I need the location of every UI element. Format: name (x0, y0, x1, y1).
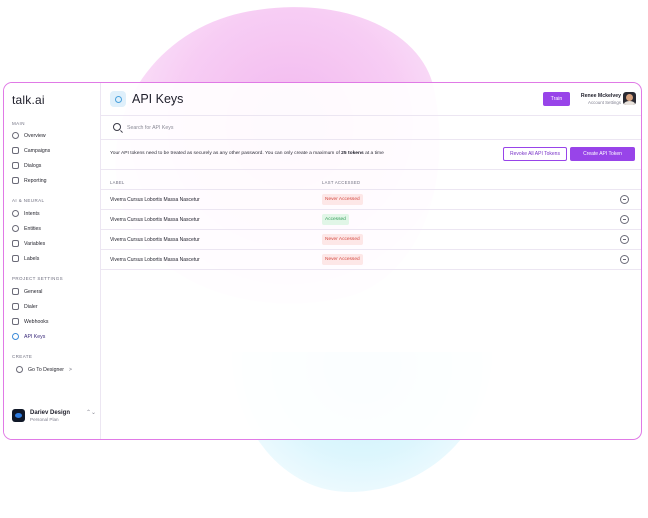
table-header: LABEL LAST ACCESSED (101, 170, 641, 190)
avatar[interactable] (623, 92, 636, 105)
table-row[interactable]: Viverra Cursus Lobortis Massa Nascetur N… (101, 230, 641, 250)
sidebar-item-general[interactable]: General (12, 286, 96, 297)
sidebar-item-campaigns[interactable]: Campaigns (12, 145, 96, 156)
token-info-text: Your API tokens need to be treated as se… (110, 151, 384, 156)
status-badge: Never Accessed (322, 194, 363, 205)
train-button[interactable]: Train (543, 92, 570, 106)
account-settings-link[interactable]: Account Settings (571, 100, 621, 105)
token-label: Viverra Cursus Lobortis Massa Nascetur (110, 257, 200, 263)
sidebar-item-label: API Keys (24, 333, 46, 340)
main-content: API Keys Train Renee Mckelvey Account Se… (101, 83, 641, 439)
sidebar-item-webhooks[interactable]: Webhooks (12, 316, 96, 327)
sidebar-item-label: Dialogs (24, 162, 42, 169)
variables-icon (12, 240, 19, 247)
page-header: API Keys Train Renee Mckelvey Account Se… (101, 83, 641, 116)
sidebar-item-overview[interactable]: Overview (12, 130, 96, 141)
sidebar-item-label: Labels (24, 255, 40, 262)
reporting-icon (12, 177, 19, 184)
overview-icon (12, 132, 19, 139)
general-icon (12, 288, 19, 295)
search-input[interactable] (127, 122, 527, 134)
status-badge: Never Accessed (322, 234, 363, 245)
info-bar: Your API tokens need to be treated as se… (101, 140, 641, 170)
sidebar-item-entities[interactable]: Entities (12, 223, 96, 234)
intents-icon (12, 210, 19, 217)
api-keys-title-icon (110, 91, 126, 107)
sidebar-item-variables[interactable]: Variables (12, 238, 96, 249)
section-title-create: CREATE (12, 354, 33, 359)
sidebar-item-label: Variables (24, 240, 46, 247)
sidebar-item-labels[interactable]: Labels (12, 253, 96, 264)
token-label: Viverra Cursus Lobortis Massa Nascetur (110, 197, 200, 203)
sidebar-item-intents[interactable]: Intents (12, 208, 96, 219)
table-row[interactable]: Viverra Cursus Lobortis Massa Nascetur N… (101, 250, 641, 270)
sidebar-item-go-to-designer[interactable]: Go To Designer > (16, 364, 100, 375)
sidebar-item-label: Intents (24, 210, 40, 217)
status-badge: Never Accessed (322, 254, 363, 265)
column-header-last-accessed: LAST ACCESSED (322, 180, 361, 185)
table-row[interactable]: Viverra Cursus Lobortis Massa Nascetur N… (101, 190, 641, 210)
sidebar-item-label: General (24, 288, 43, 295)
dialogs-icon (12, 162, 19, 169)
designer-icon (16, 366, 23, 373)
section-title-main: MAIN (12, 121, 25, 126)
webhooks-icon (12, 318, 19, 325)
sidebar-item-api-keys[interactable]: API Keys (12, 331, 96, 342)
workspace-switcher[interactable]: Dariev Design Personal Plan ⌃⌄ (12, 409, 98, 422)
status-badge: Accessed (322, 214, 349, 225)
sidebar-item-dialogs[interactable]: Dialogs (12, 160, 96, 171)
chevron-right-icon: > (68, 366, 72, 373)
sidebar-item-dialer[interactable]: Dialer (12, 301, 96, 312)
api-keys-icon (12, 333, 19, 340)
sidebar-item-label: Entities (24, 225, 42, 232)
page-title: API Keys (132, 92, 184, 106)
remove-icon[interactable] (620, 255, 629, 264)
workspace-info: Dariev Design Personal Plan (30, 410, 70, 422)
sidebar-item-label: Dialer (24, 303, 38, 310)
sidebar-item-label: Overview (24, 132, 46, 139)
search-icon (113, 123, 121, 131)
remove-icon[interactable] (620, 195, 629, 204)
labels-icon (12, 255, 19, 262)
sidebar-item-label: Webhooks (24, 318, 49, 325)
dialer-icon (12, 303, 19, 310)
token-limit: 25 tokens (341, 151, 364, 156)
user-name[interactable]: Renee Mckelvey (571, 93, 621, 99)
column-header-label: LABEL (110, 180, 125, 185)
sidebar-item-label: Go To Designer (28, 366, 64, 373)
sidebar-item-label: Reporting (24, 177, 47, 184)
logo[interactable]: talk.ai (12, 93, 45, 107)
token-label: Viverra Cursus Lobortis Massa Nascetur (110, 237, 200, 243)
search-bar (101, 116, 641, 140)
entities-icon (12, 225, 19, 232)
chevron-updown-icon[interactable]: ⌃⌄ (86, 410, 96, 416)
table-row[interactable]: Viverra Cursus Lobortis Massa Nascetur A… (101, 210, 641, 230)
workspace-plan: Personal Plan (30, 416, 59, 422)
sidebar: talk.ai MAIN Overview Campaigns Dialogs … (4, 83, 101, 439)
sidebar-item-reporting[interactable]: Reporting (12, 175, 96, 186)
app-window: talk.ai MAIN Overview Campaigns Dialogs … (3, 82, 642, 440)
section-title-project-settings: PROJECT SETTINGS (12, 276, 64, 281)
remove-icon[interactable] (620, 215, 629, 224)
remove-icon[interactable] (620, 235, 629, 244)
sidebar-item-label: Campaigns (24, 147, 51, 154)
campaigns-icon (12, 147, 19, 154)
create-api-token-button[interactable]: Create API Token (570, 147, 635, 161)
revoke-all-tokens-button[interactable]: Revoke All API Tokens (503, 147, 567, 161)
section-title-ai: AI & NEURAL (12, 198, 45, 203)
workspace-name: Dariev Design (30, 409, 71, 416)
token-label: Viverra Cursus Lobortis Massa Nascetur (110, 217, 200, 223)
workspace-logo-icon (12, 409, 25, 422)
